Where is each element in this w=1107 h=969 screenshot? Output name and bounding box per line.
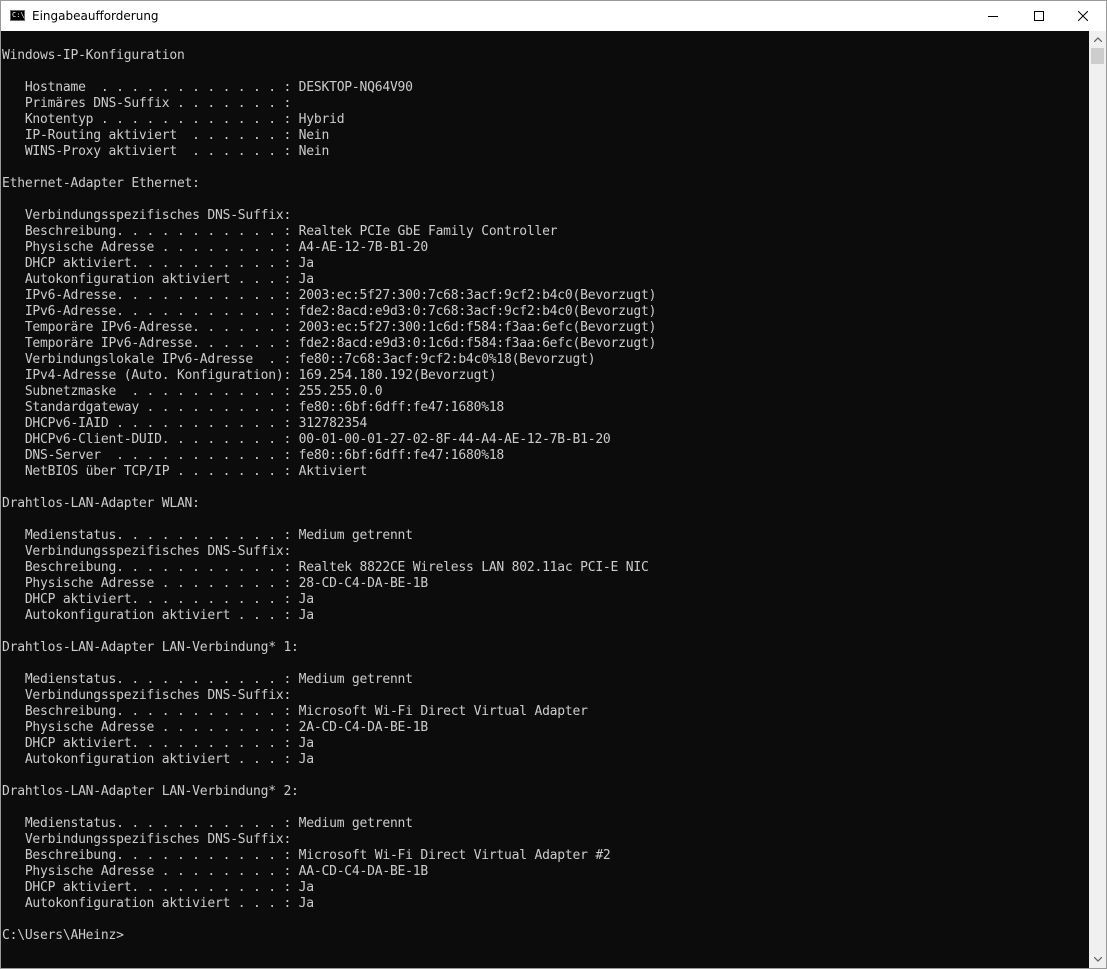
console-line: DNS-Server . . . . . . . . . . . : fe80:…	[2, 448, 505, 463]
console-line: C:\Users\AHeinz>	[2, 928, 124, 943]
cmd-icon[interactable]: C:\	[10, 10, 25, 21]
close-icon	[1078, 11, 1088, 21]
console-line: Autokonfiguration aktiviert . . . : Ja	[2, 272, 314, 287]
console-line: IPv6-Adresse. . . . . . . . . . . : 2003…	[2, 288, 657, 303]
console-line: Beschreibung. . . . . . . . . . . : Micr…	[2, 848, 611, 863]
console-line: WINS-Proxy aktiviert . . . . . . : Nein	[2, 144, 330, 159]
console-line: Verbindungsspezifisches DNS-Suffix:	[2, 832, 292, 847]
scroll-down-arrow-icon	[1093, 957, 1102, 962]
console-line: Medienstatus. . . . . . . . . . . : Medi…	[2, 672, 413, 687]
console-line: Physische Adresse . . . . . . . . : 28-C…	[2, 576, 428, 591]
console-line: Ethernet-Adapter Ethernet:	[2, 176, 200, 191]
console-line: Drahtlos-LAN-Adapter LAN-Verbindung* 1:	[2, 640, 299, 655]
console-text: Windows-IP-Konfiguration Hostname . . . …	[2, 48, 656, 944]
console-line: Temporäre IPv6-Adresse. . . . . . : 2003…	[2, 320, 657, 335]
console-line: Verbindungsspezifisches DNS-Suffix:	[2, 688, 292, 703]
console-output-area[interactable]: Windows-IP-Konfiguration Hostname . . . …	[1, 31, 1089, 968]
vertical-scrollbar[interactable]	[1089, 31, 1106, 968]
console-line: Beschreibung. . . . . . . . . . . : Real…	[2, 560, 649, 575]
console-line: Medienstatus. . . . . . . . . . . : Medi…	[2, 816, 413, 831]
console-line: Windows-IP-Konfiguration	[2, 48, 185, 63]
console-line: Autokonfiguration aktiviert . . . : Ja	[2, 752, 314, 767]
console-line: Subnetzmaske . . . . . . . . . . : 255.2…	[2, 384, 383, 399]
console-line: Physische Adresse . . . . . . . . : AA-C…	[2, 864, 428, 879]
console-line: Standardgateway . . . . . . . . . : fe80…	[2, 400, 505, 415]
scroll-up-button[interactable]	[1089, 31, 1106, 48]
console-line: IPv6-Adresse. . . . . . . . . . . : fde2…	[2, 304, 657, 319]
minimize-icon	[988, 16, 998, 17]
console-line: DHCP aktiviert. . . . . . . . . . : Ja	[2, 736, 314, 751]
maximize-button[interactable]	[1016, 1, 1062, 31]
window-title: Eingabeaufforderung	[32, 9, 159, 23]
console-line: Verbindungsspezifisches DNS-Suffix:	[2, 208, 292, 223]
minimize-button[interactable]	[970, 1, 1016, 31]
console-line: Beschreibung. . . . . . . . . . . : Real…	[2, 224, 558, 239]
console-line: NetBIOS über TCP/IP . . . . . . . : Akti…	[2, 464, 368, 479]
console-line: Verbindungslokale IPv6-Adresse . : fe80:…	[2, 352, 596, 367]
console-line: Drahtlos-LAN-Adapter WLAN:	[2, 496, 200, 511]
console-line: Knotentyp . . . . . . . . . . . . : Hybr…	[2, 112, 345, 127]
console-line: IP-Routing aktiviert . . . . . . : Nein	[2, 128, 330, 143]
console-line: Hostname . . . . . . . . . . . . : DESKT…	[2, 80, 413, 95]
console-line: Autokonfiguration aktiviert . . . : Ja	[2, 896, 314, 911]
console-line: DHCPv6-IAID . . . . . . . . . . . : 3127…	[2, 416, 368, 431]
close-button[interactable]	[1060, 1, 1106, 31]
maximize-icon	[1034, 11, 1044, 21]
scroll-up-arrow-icon	[1093, 37, 1102, 42]
console-line: DHCP aktiviert. . . . . . . . . . : Ja	[2, 592, 314, 607]
console-line: Primäres DNS-Suffix . . . . . . . :	[2, 96, 292, 111]
console-line: Verbindungsspezifisches DNS-Suffix:	[2, 544, 292, 559]
console-line: DHCP aktiviert. . . . . . . . . . : Ja	[2, 256, 314, 271]
console-line: Medienstatus. . . . . . . . . . . : Medi…	[2, 528, 413, 543]
scroll-down-button[interactable]	[1089, 951, 1106, 968]
console-line: Physische Adresse . . . . . . . . : 2A-C…	[2, 720, 428, 735]
console-line: DHCP aktiviert. . . . . . . . . . : Ja	[2, 880, 314, 895]
console-line: Autokonfiguration aktiviert . . . : Ja	[2, 608, 314, 623]
console-line: Physische Adresse . . . . . . . . : A4-A…	[2, 240, 428, 255]
console-line: DHCPv6-Client-DUID. . . . . . . . : 00-0…	[2, 432, 611, 447]
console-line: Drahtlos-LAN-Adapter LAN-Verbindung* 2:	[2, 784, 299, 799]
console-line: Temporäre IPv6-Adresse. . . . . . : fde2…	[2, 336, 657, 351]
console-line: IPv4-Adresse (Auto. Konfiguration): 169.…	[2, 368, 497, 383]
console-window: C:\ Eingabeaufforderung Windows-IP-Konfi…	[0, 0, 1107, 969]
console-line: Beschreibung. . . . . . . . . . . : Micr…	[2, 704, 588, 719]
scroll-thumb[interactable]	[1091, 48, 1104, 64]
title-bar[interactable]: C:\ Eingabeaufforderung	[1, 1, 1106, 31]
